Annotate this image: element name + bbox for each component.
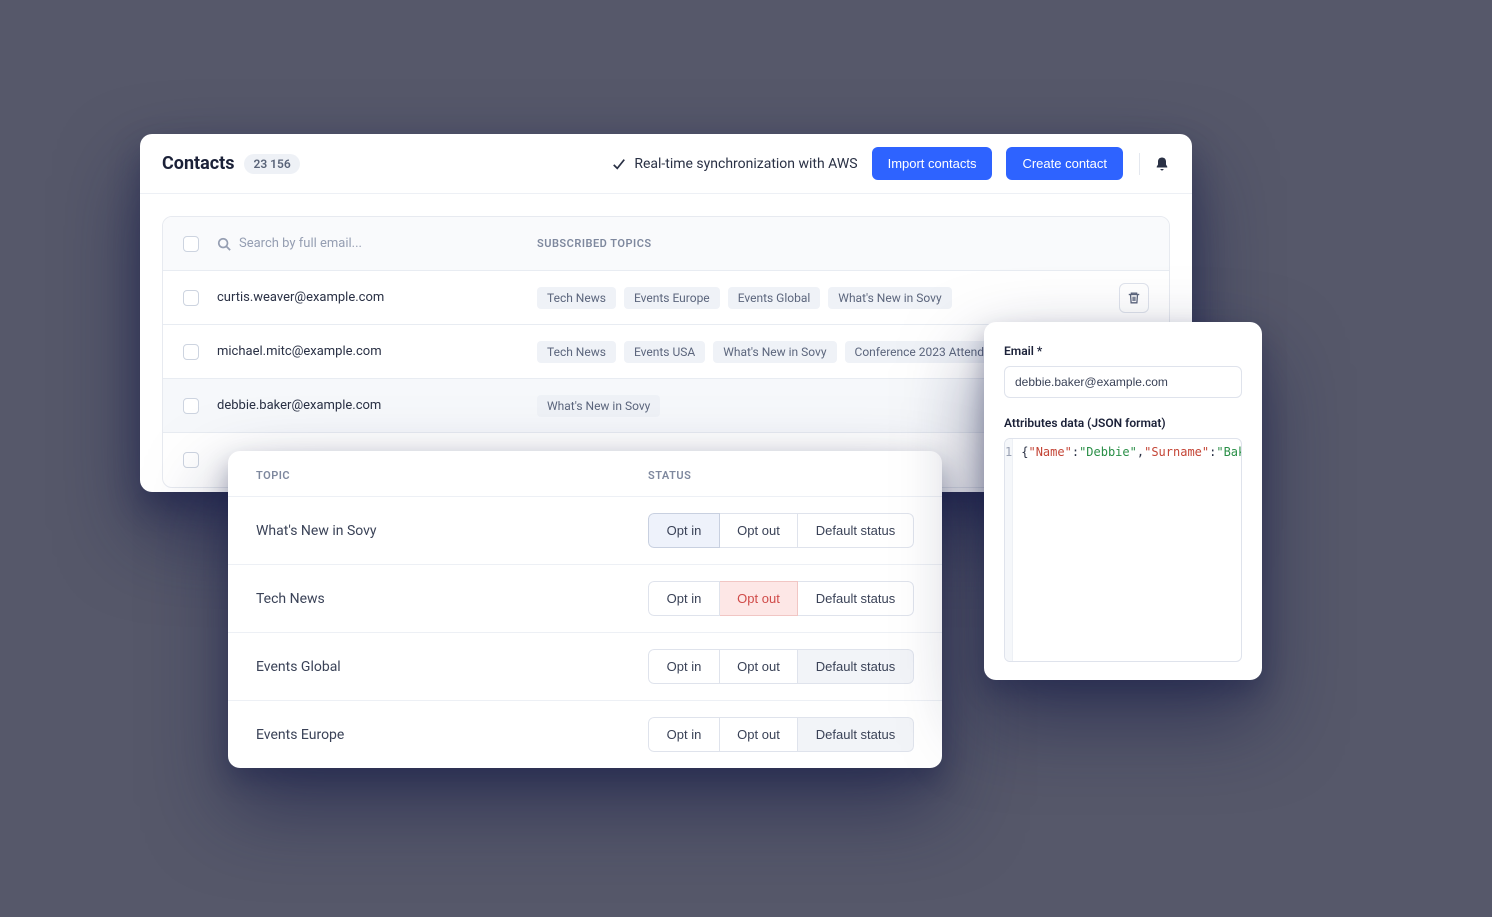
default-status-button[interactable]: Default status <box>798 649 914 684</box>
email-field-label: Email * <box>1004 344 1242 358</box>
status-toggle: Opt in Opt out Default status <box>648 717 914 752</box>
search-icon <box>217 237 231 251</box>
default-status-button[interactable]: Default status <box>798 513 914 548</box>
attributes-panel: Email * Attributes data (JSON format) 1 … <box>984 322 1262 680</box>
topics-panel: TOPIC STATUS What's New in Sovy Opt in O… <box>228 451 942 768</box>
contacts-count-badge: 23 156 <box>244 154 299 174</box>
contact-email: debbie.baker@example.com <box>217 398 537 413</box>
status-toggle: Opt in Opt out Default status <box>648 513 914 548</box>
search-input[interactable]: Search by full email... <box>239 236 362 251</box>
topic-tag: What's New in Sovy <box>828 287 951 309</box>
select-all-cell <box>183 236 217 252</box>
topic-tag: Events USA <box>624 341 705 363</box>
default-status-button[interactable]: Default status <box>798 717 914 752</box>
topic-row: What's New in Sovy Opt in Opt out Defaul… <box>228 496 942 564</box>
attributes-field-label: Attributes data (JSON format) <box>1004 416 1242 430</box>
table-header-row: Search by full email... SUBSCRIBED TOPIC… <box>163 217 1169 271</box>
topic-name: Events Europe <box>256 727 648 743</box>
table-row[interactable]: curtis.weaver@example.com Tech News Even… <box>163 271 1169 325</box>
trash-icon <box>1127 291 1141 305</box>
topic-tag: What's New in Sovy <box>537 395 660 417</box>
status-column-header: STATUS <box>648 469 914 482</box>
sync-text: Real-time synchronization with AWS <box>634 156 857 172</box>
topic-name: What's New in Sovy <box>256 523 648 539</box>
default-status-button[interactable]: Default status <box>798 581 914 616</box>
sync-status: Real-time synchronization with AWS <box>612 156 857 172</box>
json-editor[interactable]: 1 {"Name":"Debbie","Surname":"Baker"} <box>1004 438 1242 662</box>
row-checkbox[interactable] <box>183 452 199 468</box>
delete-contact-button[interactable] <box>1119 283 1149 313</box>
row-checkbox[interactable] <box>183 398 199 414</box>
json-content[interactable]: {"Name":"Debbie","Surname":"Baker"} <box>1013 439 1242 661</box>
topics-header-cell: SUBSCRIBED TOPICS <box>537 237 1103 250</box>
bell-icon[interactable] <box>1154 156 1170 172</box>
topic-column-header: TOPIC <box>256 469 648 482</box>
opt-in-button[interactable]: Opt in <box>648 649 720 684</box>
row-checkbox[interactable] <box>183 290 199 306</box>
email-field[interactable] <box>1004 366 1242 398</box>
topic-row: Tech News Opt in Opt out Default status <box>228 564 942 632</box>
topic-name: Tech News <box>256 591 648 607</box>
topic-row: Events Europe Opt in Opt out Default sta… <box>228 700 942 768</box>
topic-tag: What's New in Sovy <box>713 341 836 363</box>
opt-out-button[interactable]: Opt out <box>720 717 798 752</box>
import-contacts-button[interactable]: Import contacts <box>872 147 993 180</box>
topic-tag: Tech News <box>537 287 616 309</box>
topic-tag: Tech News <box>537 341 616 363</box>
status-toggle: Opt in Opt out Default status <box>648 581 914 616</box>
select-all-checkbox[interactable] <box>183 236 199 252</box>
contact-email: curtis.weaver@example.com <box>217 290 537 305</box>
opt-out-button[interactable]: Opt out <box>720 513 798 548</box>
search-cell: Search by full email... <box>217 236 537 251</box>
topic-row: Events Global Opt in Opt out Default sta… <box>228 632 942 700</box>
opt-in-button[interactable]: Opt in <box>648 717 720 752</box>
contact-tags: Tech News Events Europe Events Global Wh… <box>537 287 1103 309</box>
contacts-header: Contacts 23 156 Real-time synchronizatio… <box>140 134 1192 194</box>
opt-in-button[interactable]: Opt in <box>648 513 720 548</box>
page-title: Contacts <box>162 153 234 174</box>
contact-email: michael.mitc@example.com <box>217 344 537 359</box>
topics-header: TOPIC STATUS <box>228 451 942 496</box>
topic-name: Events Global <box>256 659 648 675</box>
create-contact-button[interactable]: Create contact <box>1006 147 1123 180</box>
opt-in-button[interactable]: Opt in <box>648 581 720 616</box>
opt-out-button[interactable]: Opt out <box>720 581 798 616</box>
status-toggle: Opt in Opt out Default status <box>648 649 914 684</box>
header-divider <box>1139 153 1140 175</box>
row-checkbox[interactable] <box>183 344 199 360</box>
check-icon <box>612 157 626 171</box>
topic-tag: Events Global <box>728 287 821 309</box>
topic-tag: Events Europe <box>624 287 720 309</box>
opt-out-button[interactable]: Opt out <box>720 649 798 684</box>
json-gutter: 1 <box>1005 439 1013 661</box>
subscribed-topics-header: SUBSCRIBED TOPICS <box>537 237 652 250</box>
